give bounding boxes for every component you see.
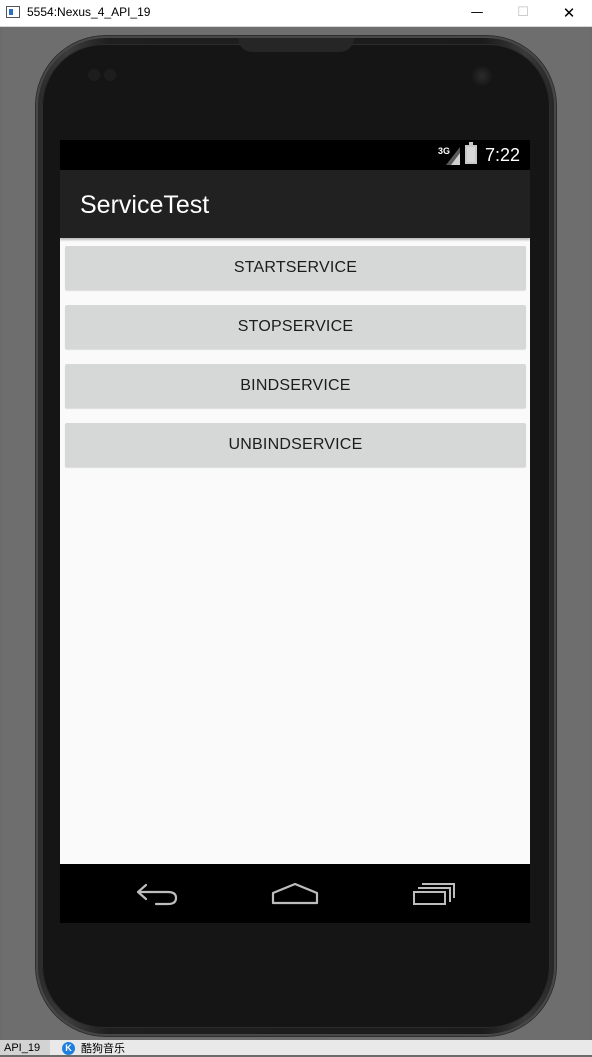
device-screen: 3G 7:22 ServiceTest STARTSERVICE STOPSER… <box>60 140 530 923</box>
status-time: 7:22 <box>485 145 521 165</box>
minimize-button[interactable]: — <box>454 0 500 26</box>
taskbar: API_19 K 酷狗音乐 <box>0 1040 592 1055</box>
earpiece-speaker <box>238 38 354 52</box>
battery-icon <box>465 142 477 164</box>
bind-service-button[interactable]: BINDSERVICE <box>65 364 526 408</box>
unbind-service-button[interactable]: UNBINDSERVICE <box>65 423 526 467</box>
app-title: ServiceTest <box>80 191 210 219</box>
stop-service-button[interactable]: STOPSERVICE <box>65 305 526 349</box>
maximize-button[interactable]: ☐ <box>500 0 546 26</box>
proximity-sensors <box>88 68 122 81</box>
back-icon[interactable] <box>134 881 182 907</box>
kugou-music-icon[interactable]: K <box>62 1042 75 1055</box>
action-bar: ServiceTest <box>60 170 530 238</box>
window-title: 5554:Nexus_4_API_19 <box>27 5 151 19</box>
signal-icon <box>446 147 460 165</box>
start-service-button[interactable]: STARTSERVICE <box>65 246 526 290</box>
navigation-bar <box>60 864 530 923</box>
recent-apps-icon[interactable] <box>410 881 458 907</box>
emulator-app-icon <box>6 6 20 18</box>
window-title-bar: 5554:Nexus_4_API_19 — ☐ ✕ <box>0 0 592 27</box>
home-icon[interactable] <box>270 881 320 907</box>
close-button[interactable]: ✕ <box>546 0 592 26</box>
taskbar-item-kugou[interactable]: 酷狗音乐 <box>81 1040 125 1057</box>
taskbar-item-emulator[interactable]: API_19 <box>0 1040 50 1055</box>
status-bar: 3G 7:22 <box>60 140 530 170</box>
front-camera <box>472 66 492 86</box>
